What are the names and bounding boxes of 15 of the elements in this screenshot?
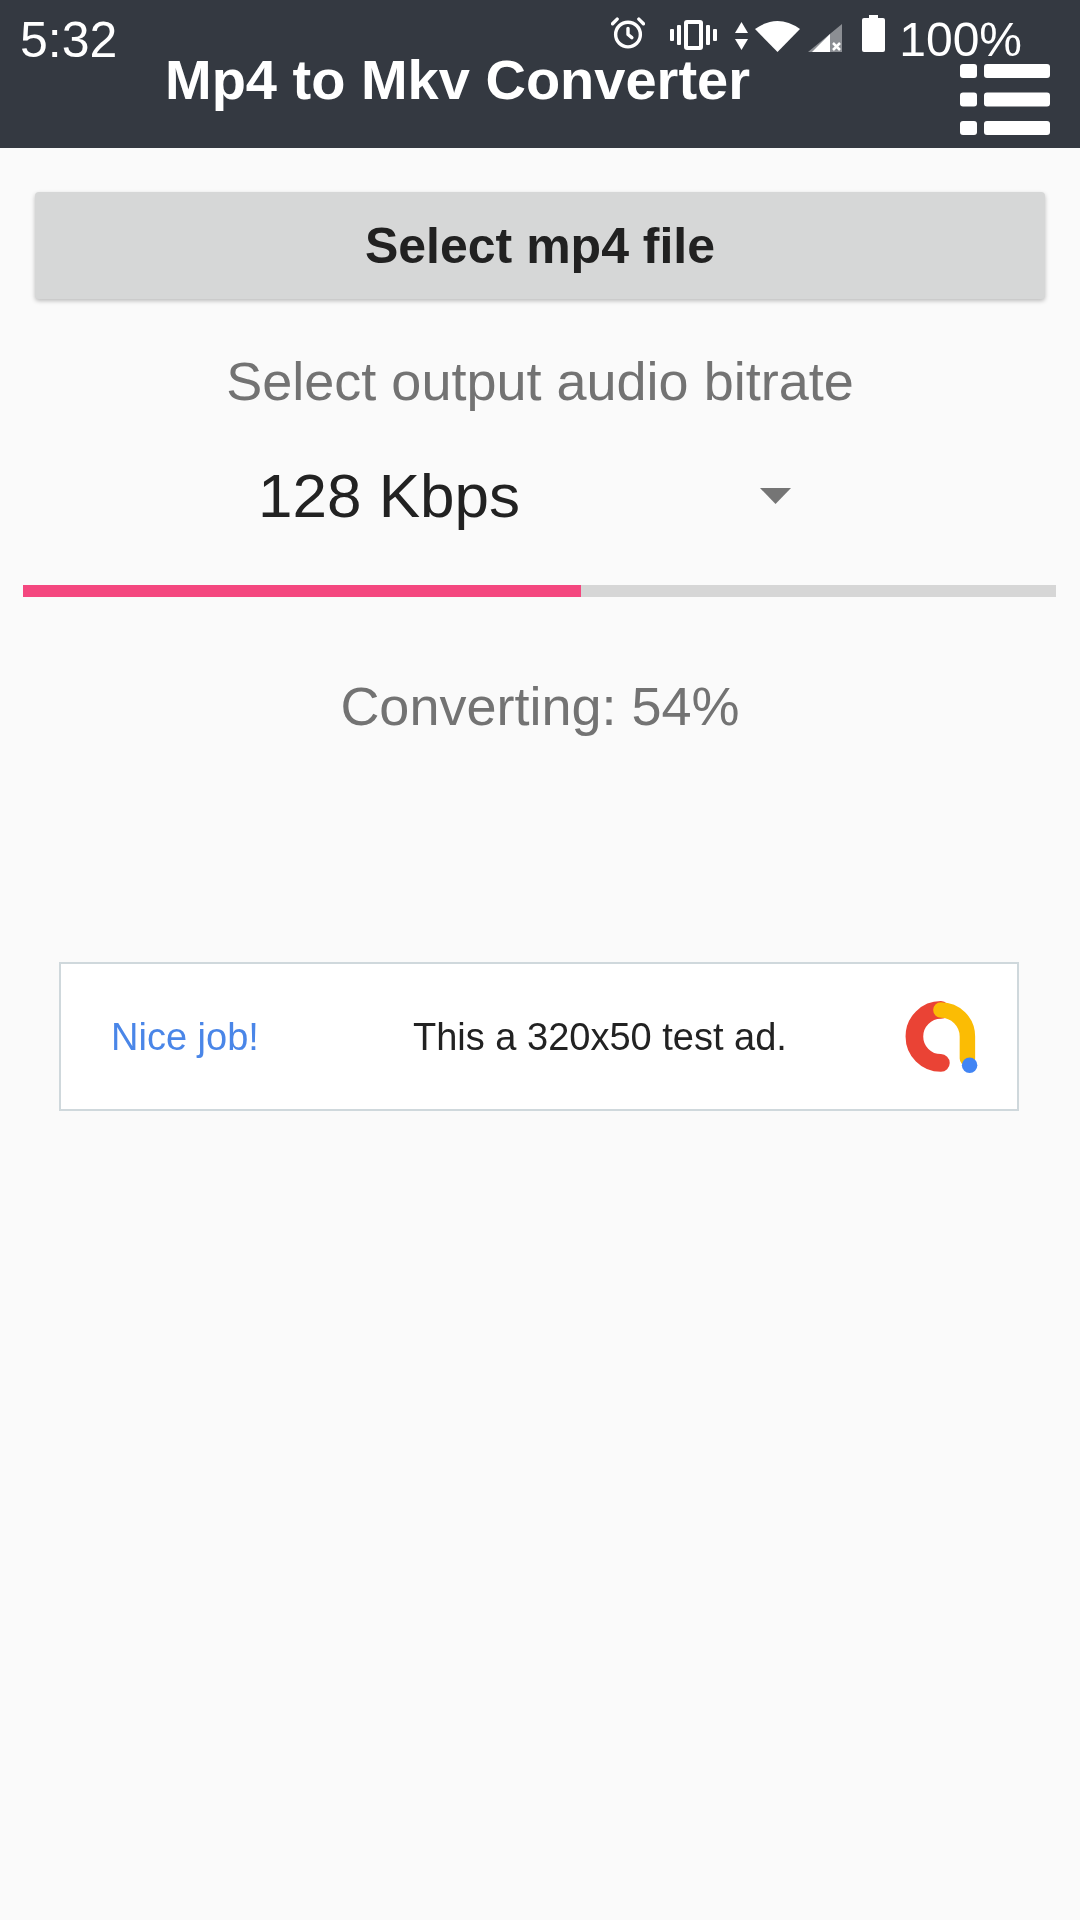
logo-icon <box>905 999 979 1074</box>
vibrate-icon <box>670 20 718 50</box>
caret-icon <box>760 488 791 504</box>
battery-icon <box>862 15 886 52</box>
ad-banner[interactable]: Nice job! This a 320x50 test ad. <box>59 962 1019 1111</box>
status-time: 5:32 <box>20 15 118 65</box>
ad-headline: Nice job! <box>111 1017 260 1056</box>
signal-icon <box>808 24 843 52</box>
menu-icon[interactable] <box>960 64 1050 135</box>
data-arrows-icon <box>735 22 749 50</box>
battery-percent: 100% <box>899 16 1022 64</box>
alarm-clock-icon <box>611 16 646 50</box>
ad-text: This a 320x50 test ad. <box>413 1017 787 1056</box>
wifi-icon <box>755 20 801 52</box>
select-file-button[interactable]: Select mp4 file <box>35 192 1045 299</box>
